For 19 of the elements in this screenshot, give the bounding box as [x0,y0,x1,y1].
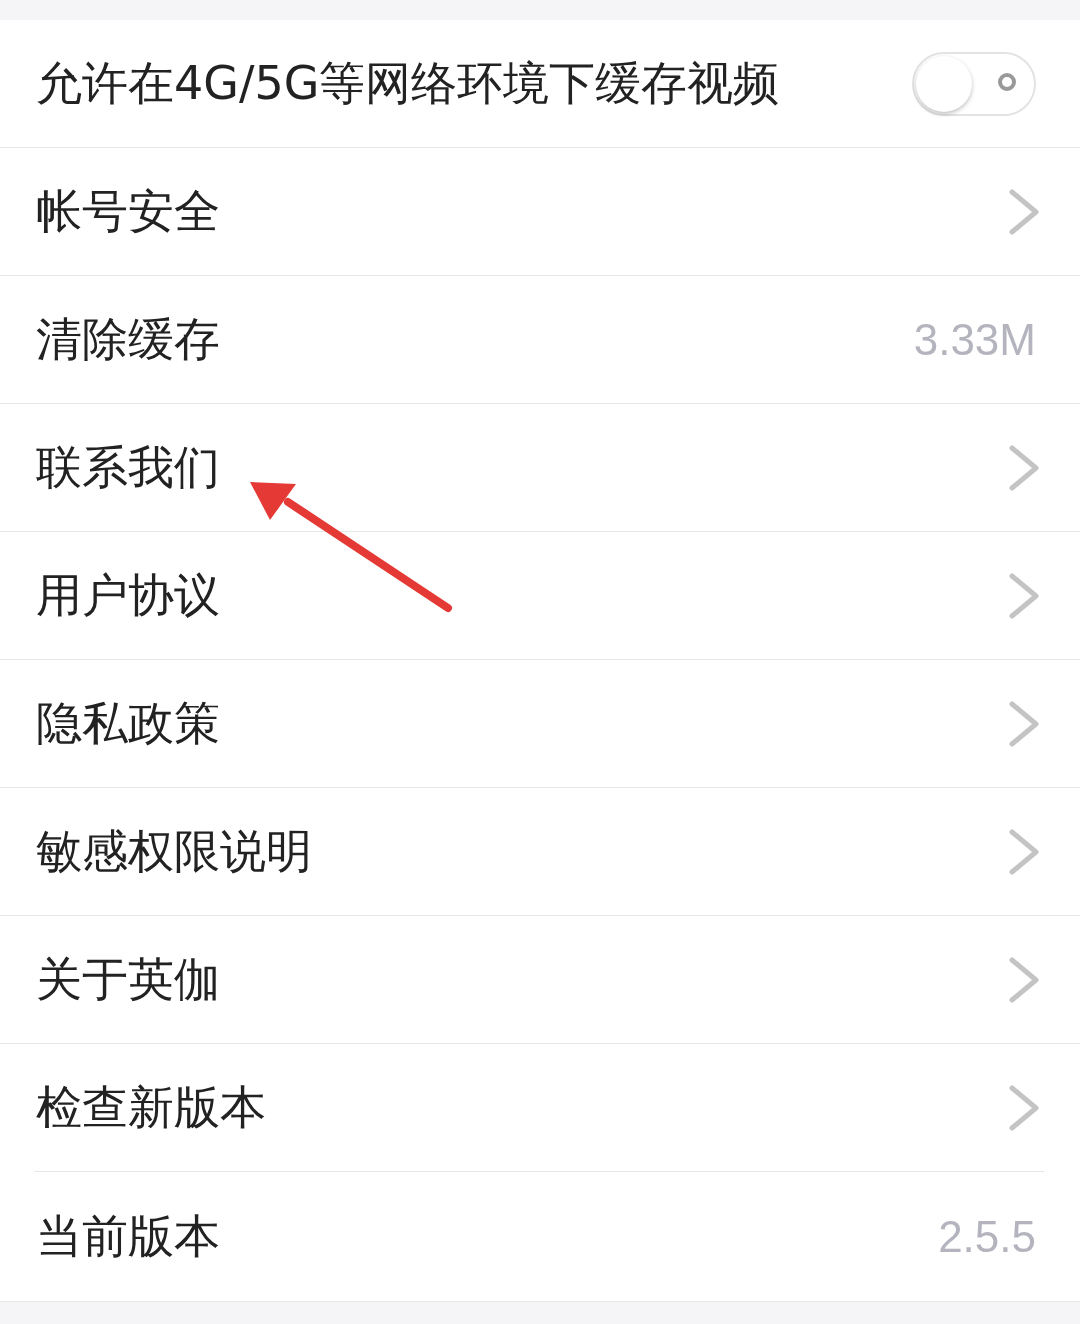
setting-value: 3.33M [913,314,1036,365]
chevron-right-icon[interactable] [1008,827,1040,876]
setting-label: 隐私政策 [36,694,220,752]
chevron-right-icon[interactable] [1008,699,1040,748]
setting-label: 允许在4G/5G等网络环境下缓存视频 [36,54,780,112]
setting-label: 敏感权限说明 [36,822,312,880]
chevron-right-icon[interactable] [1008,571,1040,620]
chevron-right-icon[interactable] [1008,443,1040,492]
setting-label: 用户协议 [36,566,220,624]
setting-label: 清除缓存 [36,310,220,368]
setting-value: 2.5.5 [938,1211,1036,1262]
chevron-right-icon[interactable] [1008,955,1040,1004]
setting-label: 帐号安全 [36,182,220,240]
setting-label: 当前版本 [36,1207,220,1265]
setting-label: 检查新版本 [36,1079,266,1136]
chevron-right-icon[interactable] [1008,187,1040,236]
setting-label: 关于英伽 [36,950,220,1008]
setting-label: 联系我们 [36,438,220,496]
chevron-right-icon[interactable] [1008,1084,1040,1132]
